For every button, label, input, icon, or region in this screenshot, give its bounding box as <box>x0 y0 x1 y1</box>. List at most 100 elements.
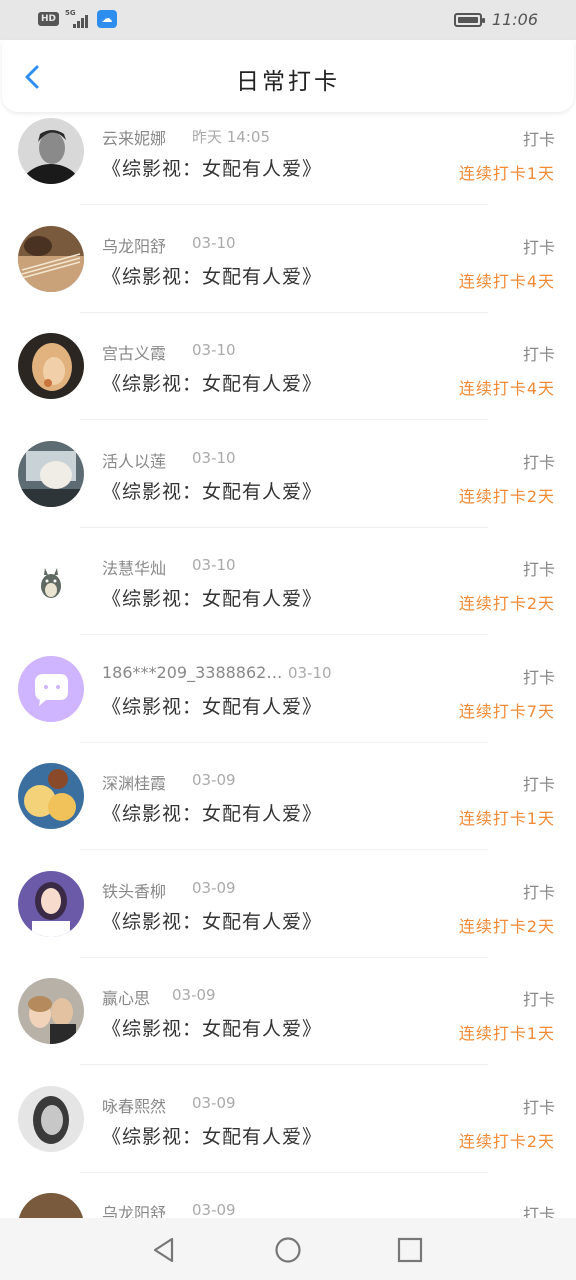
checkin-label: 打卡 <box>522 882 555 902</box>
checkin-time: 03-09 <box>192 771 236 789</box>
divider <box>80 741 488 743</box>
avatar[interactable] <box>18 763 84 829</box>
hd-indicator: HD <box>38 12 60 26</box>
checkin-time: 03-10 <box>192 556 236 574</box>
status-right: 11:06 <box>453 10 538 29</box>
checkin-time: 03-09 <box>172 986 216 1004</box>
divider <box>80 1171 488 1173</box>
book-title[interactable]: 《综影视：女配有人爱》 <box>102 477 322 504</box>
checkin-time: 03-09 <box>192 1093 236 1112</box>
username[interactable]: 乌龙阳舒 <box>102 1200 166 1218</box>
streak-label: 连续打卡2天 <box>458 594 555 613</box>
checkin-label: 打卡 <box>522 990 555 1009</box>
book-title[interactable]: 《综影视：女配有人爱》 <box>102 369 322 396</box>
page-title: 日常打卡 <box>236 69 340 95</box>
book-title[interactable]: 《综影视：女配有人爱》 <box>102 584 322 611</box>
streak-label: 连续打卡1天 <box>458 164 555 183</box>
streak-label: 连续打卡2天 <box>458 486 555 506</box>
divider <box>80 634 488 635</box>
book-title[interactable]: 《综影视：女配有人爱》 <box>102 799 322 826</box>
checkin-time: 03-09 <box>192 878 236 897</box>
streak-label: 连续打卡1天 <box>458 1024 555 1043</box>
clock: 11:06 <box>491 10 538 29</box>
checkin-label: 打卡 <box>522 560 555 579</box>
checkin-time: 03-10 <box>192 448 236 467</box>
list-item[interactable]: 云来妮娜 昨天 14:05 《综影视：女配有人爱》 打卡连续打卡1天 <box>0 112 576 220</box>
list-item[interactable]: 宫古义霞 03-10 《综影视：女配有人爱》 打卡连续打卡4天 <box>0 327 576 435</box>
checkin-label: 打卡 <box>522 1205 555 1218</box>
checkin-label: 打卡 <box>522 775 555 794</box>
divider <box>80 1064 488 1065</box>
username[interactable]: 法慧华灿 <box>102 555 166 579</box>
streak-label: 连续打卡1天 <box>458 809 555 828</box>
checkin-label: 打卡 <box>522 452 555 472</box>
avatar[interactable] <box>18 333 84 399</box>
list-item[interactable]: 铁头香柳 03-09 《综影视：女配有人爱》 打卡连续打卡2天 <box>0 865 576 973</box>
avatar[interactable] <box>18 440 84 507</box>
streak-label: 连续打卡4天 <box>458 379 555 398</box>
nav-home-button[interactable] <box>273 1235 303 1265</box>
checkin-label: 打卡 <box>522 130 555 149</box>
avatar[interactable] <box>18 978 84 1044</box>
username[interactable]: 186***209_3388862… <box>102 663 282 682</box>
divider <box>80 526 488 528</box>
nav-recents-button[interactable] <box>395 1235 425 1265</box>
header: 日常打卡 <box>2 40 574 112</box>
username[interactable]: 宫古义霞 <box>102 340 166 364</box>
avatar[interactable] <box>18 1085 84 1152</box>
username[interactable]: 铁头香柳 <box>102 878 166 902</box>
list-item[interactable]: 深渊桂霞 03-09 《综影视：女配有人爱》 打卡连续打卡1天 <box>0 757 576 865</box>
square-recents-icon <box>397 1237 423 1263</box>
list-item[interactable]: 乌龙阳舒 03-10 《综影视：女配有人爱》 打卡 连续打卡4天 <box>0 220 576 328</box>
book-title[interactable]: 《综影视：女配有人爱》 <box>102 1122 322 1149</box>
checkin-time: 03-10 <box>192 341 236 359</box>
checkin-time: 03-09 <box>192 1201 236 1218</box>
list-item[interactable]: 赢心思 03-09 《综影视：女配有人爱》 打卡连续打卡1天 <box>0 972 576 1080</box>
triangle-back-icon <box>153 1237 174 1263</box>
navigation-bar <box>0 1218 576 1280</box>
username[interactable]: 乌龙阳舒 <box>102 233 166 257</box>
divider <box>80 204 488 205</box>
checkin-label: 打卡 <box>522 345 555 364</box>
divider <box>80 311 488 313</box>
streak-label: 连续打卡4天 <box>458 271 555 291</box>
list-item[interactable]: 法慧华灿 03-10 《综影视：女配有人爱》 打卡连续打卡2天 <box>0 542 576 650</box>
divider <box>80 419 488 420</box>
username[interactable]: 活人以莲 <box>102 448 166 472</box>
book-title[interactable]: 《综影视：女配有人爱》 <box>102 907 322 934</box>
divider <box>80 849 488 850</box>
nav-back-button[interactable] <box>150 1235 180 1265</box>
avatar[interactable] <box>18 1193 84 1218</box>
avatar[interactable] <box>18 225 84 292</box>
book-title[interactable]: 《综影视：女配有人爱》 <box>102 1014 322 1041</box>
avatar[interactable] <box>18 118 84 184</box>
checkin-label: 打卡 <box>522 667 555 687</box>
avatar[interactable] <box>18 870 84 937</box>
streak-label: 连续打卡7天 <box>458 701 555 721</box>
checkin-label: 打卡 <box>522 237 555 257</box>
list-item[interactable]: 咏春熙然 03-09 《综影视：女配有人爱》 打卡连续打卡2天 <box>0 1080 576 1188</box>
book-title[interactable]: 《综影视：女配有人爱》 <box>102 154 322 181</box>
avatar[interactable] <box>18 655 84 722</box>
avatar[interactable] <box>18 548 84 614</box>
username[interactable]: 云来妮娜 <box>102 125 166 149</box>
checkin-label: 打卡 <box>522 1097 555 1117</box>
username[interactable]: 赢心思 <box>102 985 150 1009</box>
list-item[interactable]: 186***209_3388862… 03-10 《综影视：女配有人爱》 打卡 连续打卡… <box>0 650 576 758</box>
username[interactable]: 深渊桂霞 <box>102 770 166 794</box>
book-title[interactable]: 《综影视：女配有人爱》 <box>102 692 322 719</box>
streak-label: 连续打卡2天 <box>458 1131 555 1151</box>
checkin-time: 昨天 14:05 <box>192 128 270 146</box>
battery-icon <box>453 12 485 27</box>
list-item[interactable]: 活人以莲 03-10 《综影视：女配有人爱》 打卡连续打卡2天 <box>0 435 576 543</box>
status-bar: HD 5G ☁ 11:06 <box>0 0 576 40</box>
streak-label: 连续打卡2天 <box>458 916 555 936</box>
circle-home-icon <box>275 1237 301 1263</box>
username[interactable]: 咏春熙然 <box>102 1093 166 1117</box>
list-item[interactable]: 乌龙阳舒03-09《综影视：女配有人爱》打卡连续打卡4天 <box>0 1187 576 1218</box>
divider <box>80 956 488 958</box>
cloud-app-icon: ☁ <box>97 10 118 28</box>
book-title[interactable]: 《综影视：女配有人爱》 <box>102 262 322 289</box>
signal-icon: 5G <box>65 9 91 29</box>
checkin-list[interactable]: 云来妮娜 昨天 14:05 《综影视：女配有人爱》 打卡 连续打卡1天 乌龙阳舒 03-10… <box>0 112 576 1218</box>
